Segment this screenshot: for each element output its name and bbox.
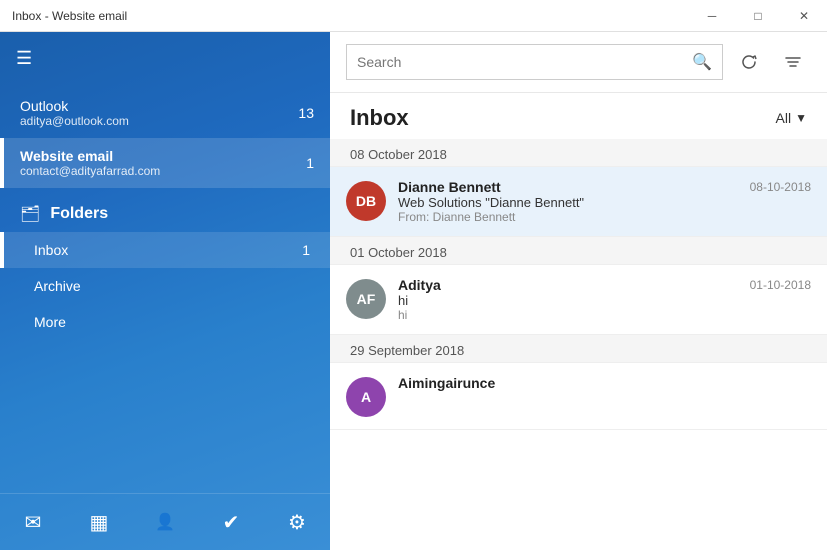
folder-name-more: More <box>34 314 66 330</box>
folder-list: Inbox 1 Archive More <box>0 232 330 340</box>
main-layout: ☰ Outlook aditya@outlook.com 13 Website … <box>0 32 827 550</box>
avatar-a: A <box>346 377 386 417</box>
message-list: 08 October 2018 DB Dianne Bennett 08-10-… <box>330 139 827 550</box>
close-button[interactable]: ✕ <box>781 0 827 32</box>
message-subject-0: Web Solutions "Dianne Bennett" <box>398 195 811 210</box>
account-email-website: contact@adityafarrad.com <box>20 164 310 178</box>
folder-badge-inbox: 1 <box>302 242 310 258</box>
account-email-outlook: aditya@outlook.com <box>20 114 310 128</box>
date-separator-oct8: 08 October 2018 <box>330 139 827 167</box>
message-content-0: Dianne Bennett 08-10-2018 Web Solutions … <box>398 179 811 224</box>
date-separator-sep29: 29 September 2018 <box>330 335 827 363</box>
avatar-db: DB <box>346 181 386 221</box>
sidebar-bottom: ✉ ▦ 👤 ✔ ⚙ <box>0 493 330 550</box>
account-item-website[interactable]: Website email contact@adityafarrad.com 1 <box>0 138 330 188</box>
message-content-1: Aditya 01-10-2018 hi hi <box>398 277 811 322</box>
minimize-button[interactable]: ─ <box>689 0 735 32</box>
refresh-icon <box>740 53 758 71</box>
title-bar: Inbox - Website email ─ □ ✕ <box>0 0 827 32</box>
account-list: Outlook aditya@outlook.com 13 Website em… <box>0 84 330 192</box>
window-title: Inbox - Website email <box>12 9 127 23</box>
sidebar: ☰ Outlook aditya@outlook.com 13 Website … <box>0 32 330 550</box>
message-top-2: Aimingairunce <box>398 375 811 391</box>
folder-item-more[interactable]: More <box>0 304 330 340</box>
message-top-1: Aditya 01-10-2018 <box>398 277 811 293</box>
message-date-1: 01-10-2018 <box>750 278 811 292</box>
message-subject-1: hi <box>398 293 811 308</box>
right-toolbar: 🔍 <box>330 32 827 93</box>
people-nav-button[interactable]: 👤 <box>140 502 190 542</box>
message-preview-0: From: Dianne Bennett <box>398 210 811 224</box>
search-icon[interactable]: 🔍 <box>692 52 712 72</box>
folders-section: 🗂 Folders <box>0 192 330 232</box>
account-item-outlook[interactable]: Outlook aditya@outlook.com 13 <box>0 88 330 138</box>
folder-item-archive[interactable]: Archive <box>0 268 330 304</box>
inbox-header: Inbox All ▼ <box>330 93 827 139</box>
message-top-0: Dianne Bennett 08-10-2018 <box>398 179 811 195</box>
message-item-0[interactable]: DB Dianne Bennett 08-10-2018 Web Solutio… <box>330 167 827 237</box>
folder-icon: 🗂 <box>20 204 40 224</box>
message-item-1[interactable]: AF Aditya 01-10-2018 hi hi <box>330 265 827 335</box>
hamburger-icon[interactable]: ☰ <box>16 48 32 69</box>
filter-label: All <box>776 110 792 126</box>
message-content-2: Aimingairunce <box>398 375 811 391</box>
message-date-0: 08-10-2018 <box>750 180 811 194</box>
inbox-filter[interactable]: All ▼ <box>776 110 807 126</box>
right-panel: 🔍 Inbox All ▼ <box>330 32 827 550</box>
message-preview-1: hi <box>398 308 811 322</box>
folder-name-archive: Archive <box>34 278 81 294</box>
title-bar-controls: ─ □ ✕ <box>689 0 827 32</box>
folders-label: Folders <box>50 205 108 223</box>
filter-icon <box>784 53 802 71</box>
account-badge-outlook: 13 <box>298 105 314 121</box>
account-name-outlook: Outlook <box>20 98 310 114</box>
date-separator-oct1: 01 October 2018 <box>330 237 827 265</box>
folder-name-inbox: Inbox <box>34 242 68 258</box>
message-sender-2: Aimingairunce <box>398 375 495 391</box>
chevron-down-icon: ▼ <box>795 111 807 125</box>
filter-button[interactable] <box>775 44 811 80</box>
folder-item-inbox[interactable]: Inbox 1 <box>0 232 330 268</box>
search-input[interactable] <box>357 54 684 70</box>
mail-nav-button[interactable]: ✉ <box>8 502 58 542</box>
message-sender-0: Dianne Bennett <box>398 179 501 195</box>
tasks-nav-button[interactable]: ✔ <box>206 502 256 542</box>
maximize-button[interactable]: □ <box>735 0 781 32</box>
account-name-website: Website email <box>20 148 310 164</box>
message-sender-1: Aditya <box>398 277 441 293</box>
account-badge-website: 1 <box>306 155 314 171</box>
calendar-nav-button[interactable]: ▦ <box>74 502 124 542</box>
search-box: 🔍 <box>346 44 723 80</box>
avatar-af: AF <box>346 279 386 319</box>
settings-nav-button[interactable]: ⚙ <box>272 502 322 542</box>
refresh-button[interactable] <box>731 44 767 80</box>
message-item-2[interactable]: A Aimingairunce <box>330 363 827 430</box>
sidebar-top: ☰ <box>0 32 330 84</box>
inbox-title: Inbox <box>350 105 409 131</box>
